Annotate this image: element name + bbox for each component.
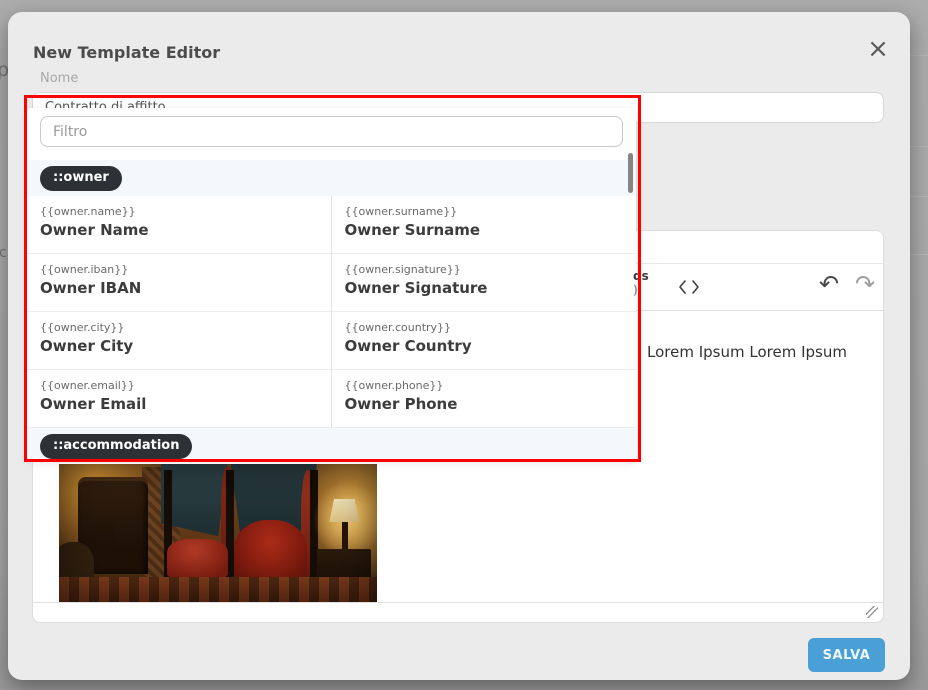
variable-label: Owner IBAN (40, 279, 318, 297)
variable-code: {{owner.name}} (40, 205, 318, 218)
variable-label: Owner Surname (345, 221, 624, 239)
filter-input[interactable] (40, 116, 623, 147)
section-header-accommodation: ::accommodation (27, 428, 636, 459)
variable-item-owner-country[interactable]: {{owner.country}} Owner Country (332, 312, 637, 370)
resize-handle[interactable] (866, 606, 878, 618)
modal-title: New Template Editor (33, 43, 220, 62)
variable-item-owner-name[interactable]: {{owner.name}} Owner Name (27, 196, 332, 254)
clipped-button-text: ds (633, 269, 657, 283)
close-icon[interactable]: × (863, 34, 893, 64)
variable-code: {{owner.iban}} (40, 263, 318, 276)
editor-footer (33, 602, 883, 622)
variable-label: Owner Signature (345, 279, 624, 297)
accommodation-tag-pill: ::accommodation (40, 434, 192, 459)
variable-item-owner-signature[interactable]: {{owner.signature}} Owner Signature (332, 254, 637, 312)
editor-paragraph: Lorem Ipsum Lorem Ipsum (647, 343, 847, 361)
owner-tag-pill: ::owner (40, 166, 122, 191)
variable-code: {{owner.signature}} (345, 263, 624, 276)
redo-icon[interactable]: ↷ (855, 270, 875, 298)
variable-item-owner-iban[interactable]: {{owner.iban}} Owner IBAN (27, 254, 332, 312)
variable-label: Owner Country (345, 337, 624, 355)
variable-item-owner-city[interactable]: {{owner.city}} Owner City (27, 312, 332, 370)
undo-icon[interactable]: ↶ (819, 270, 839, 298)
dropdown-scrollbar-thumb[interactable] (628, 153, 633, 193)
code-view-icon[interactable] (677, 276, 701, 298)
variable-label: Owner Email (40, 395, 318, 413)
variables-list: ::owner {{owner.name}} Owner Name {{owne… (27, 160, 636, 459)
variable-item-owner-surname[interactable]: {{owner.surname}} Owner Surname (332, 196, 637, 254)
variable-label: Owner Name (40, 221, 318, 239)
clipped-button-text: ) (633, 283, 657, 297)
section-header-owner: ::owner (27, 160, 636, 196)
variable-code: {{owner.surname}} (345, 205, 624, 218)
variable-code: {{owner.phone}} (345, 379, 624, 392)
variable-code: {{owner.city}} (40, 321, 318, 334)
variable-code: {{owner.country}} (345, 321, 624, 334)
variable-item-owner-phone[interactable]: {{owner.phone}} Owner Phone (332, 370, 637, 428)
variable-label: Owner Phone (345, 395, 624, 413)
variable-label: Owner City (40, 337, 318, 355)
clipped-toolbar-button[interactable]: ds ) (633, 269, 657, 297)
variable-code: {{owner.email}} (40, 379, 318, 392)
variables-grid: {{owner.name}} Owner Name {{owner.surnam… (27, 196, 636, 428)
screen: p cl New Template Editor × Nome ds ) (0, 0, 928, 690)
save-button[interactable]: SALVA (808, 638, 885, 672)
variable-item-owner-email[interactable]: {{owner.email}} Owner Email (27, 370, 332, 428)
variables-dropdown: ::owner {{owner.name}} Owner Name {{owne… (27, 108, 636, 459)
name-field-label: Nome (40, 71, 78, 86)
accommodation-photo[interactable] (59, 464, 377, 603)
photo-detail (59, 464, 377, 603)
